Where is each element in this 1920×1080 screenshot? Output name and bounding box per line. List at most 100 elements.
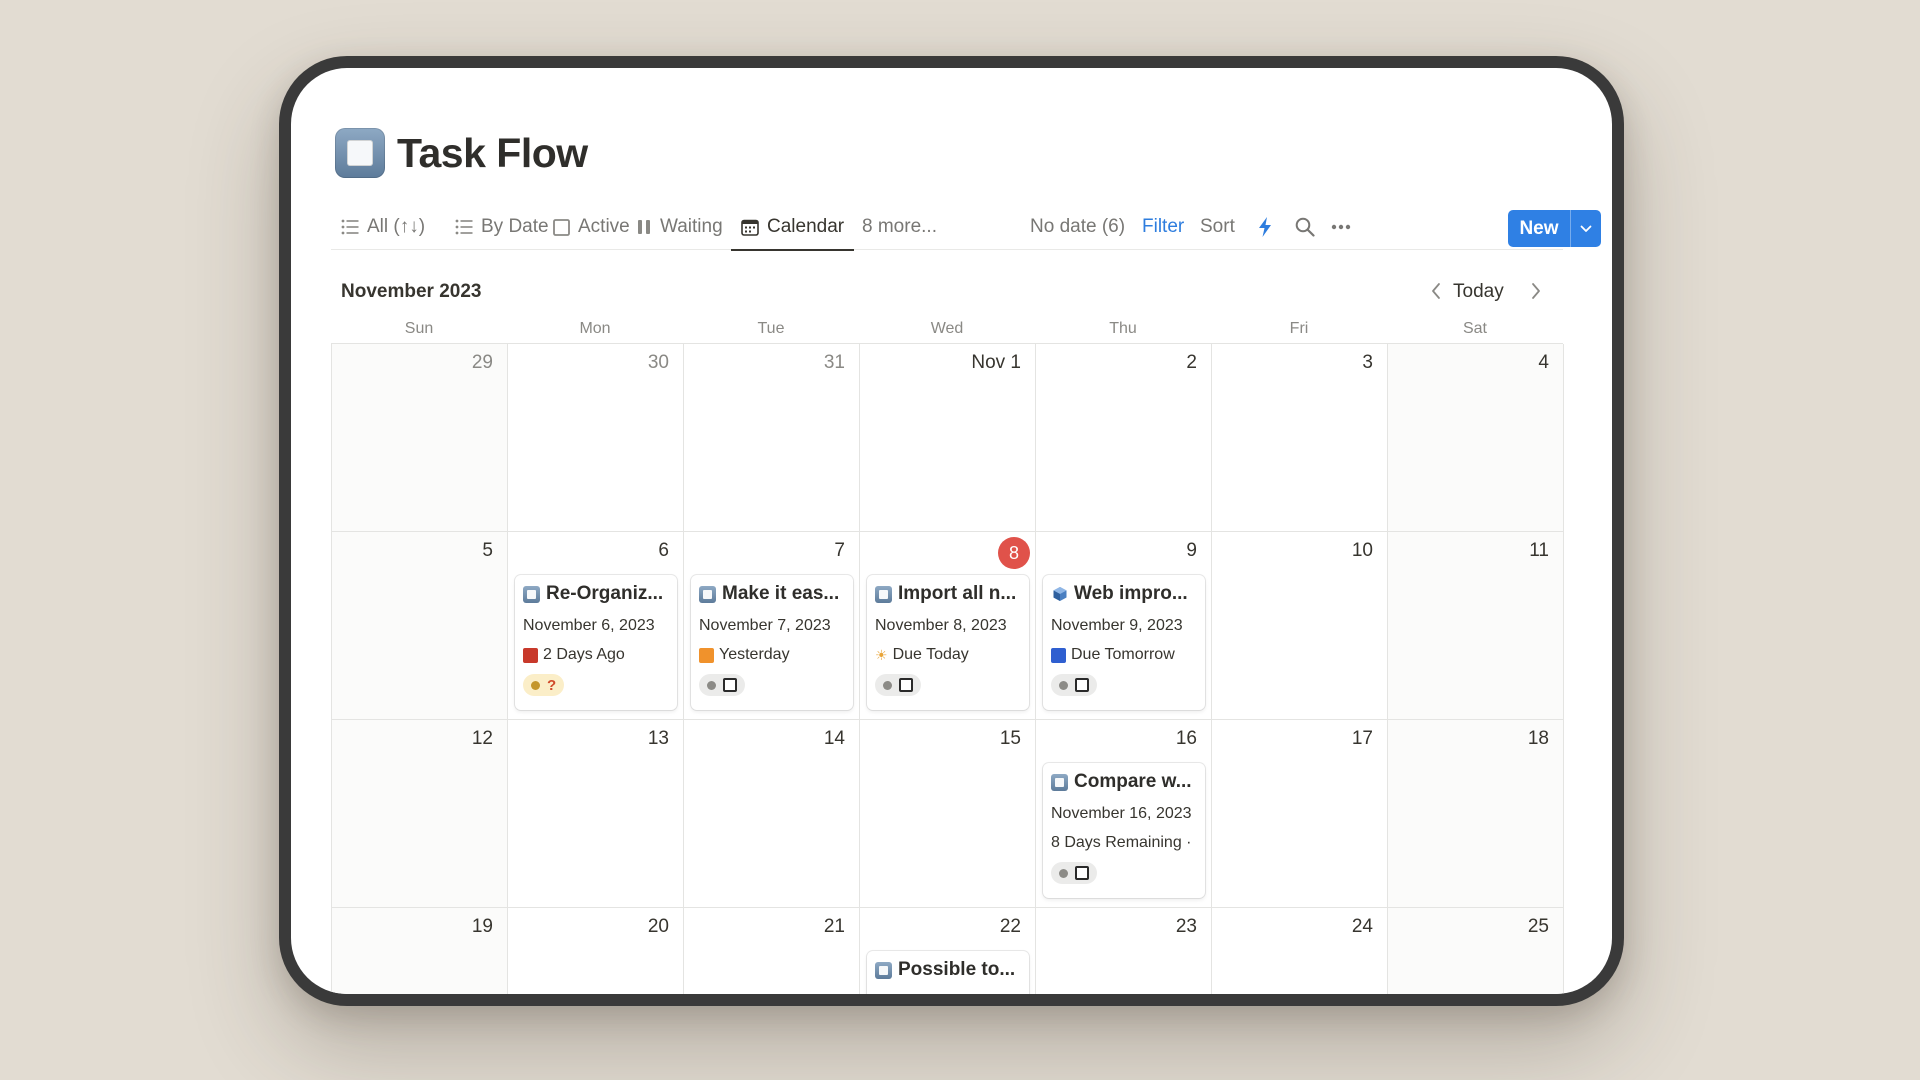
tab-by-date[interactable]: By Date [455, 204, 549, 250]
stop-button-icon [1051, 773, 1068, 791]
calendar-day[interactable]: 3 [1212, 344, 1388, 532]
calendar-header: November 2023 Today [331, 278, 1563, 308]
calendar-day[interactable]: 22 Possible to... [860, 908, 1036, 994]
question-mark-icon: ? [547, 676, 557, 694]
calendar-day[interactable]: 20 [508, 908, 684, 994]
day-number: 5 [482, 540, 493, 561]
weekday-label: Thu [1109, 320, 1137, 337]
task-card[interactable]: Re-Organiz... November 6, 2023 2 Days Ag… [515, 575, 677, 710]
calendar-day[interactable]: 12 [332, 720, 508, 908]
filter-button[interactable]: Filter [1142, 204, 1184, 250]
calendar-day[interactable]: 5 [332, 532, 508, 720]
day-number: 14 [823, 728, 845, 749]
calendar-icon [741, 219, 759, 236]
tab-label: 8 more... [862, 216, 937, 237]
pause-icon [636, 219, 652, 235]
calendar-day[interactable]: 13 [508, 720, 684, 908]
tab-calendar[interactable]: Calendar [730, 204, 855, 251]
day-number: 3 [1362, 352, 1373, 373]
task-status-text: 8 Days Remaining · [1051, 834, 1192, 851]
new-button[interactable]: New [1508, 210, 1601, 247]
month-label: November 2023 [341, 281, 482, 302]
weekday-label: Mon [579, 320, 611, 337]
calendar-day[interactable]: 15 [860, 720, 1036, 908]
day-number: 12 [471, 728, 493, 749]
task-date: November 16, 2023 [1051, 805, 1192, 822]
task-status: Yesterday [699, 646, 845, 664]
chevron-left-icon[interactable] [1431, 282, 1441, 305]
day-number: 16 [1175, 728, 1197, 749]
task-card[interactable]: Make it eas... November 7, 2023 Yesterda… [691, 575, 853, 710]
calendar-day[interactable]: 16 Compare w... November 16, 2023 8 Days… [1036, 720, 1212, 908]
calendar-day[interactable]: 29 [332, 344, 508, 532]
today-button[interactable]: Today [1453, 281, 1504, 303]
sort-button[interactable]: Sort [1200, 204, 1235, 250]
calendar-grid: 29 30 31 Nov 1 2 3 4 5 6 Re-Organiz... N… [331, 343, 1564, 994]
calendar-day[interactable]: 6 Re-Organiz... November 6, 2023 2 Days … [508, 532, 684, 720]
stop-button-icon [1075, 866, 1089, 880]
orange-square-icon [699, 647, 714, 663]
day-number: 21 [823, 916, 845, 937]
calendar-day[interactable]: 17 [1212, 720, 1388, 908]
task-status: 8 Days Remaining · [1051, 834, 1197, 852]
tab-more-views[interactable]: 8 more... [862, 204, 937, 250]
tablet-frame: Task Flow All (↑↓) By Date Active Waitin… [279, 56, 1624, 1006]
list-icon [455, 219, 473, 235]
day-number: 7 [834, 540, 845, 561]
calendar-day[interactable]: 8 Import all n... November 8, 2023 ☀ Due… [860, 532, 1036, 720]
tab-all[interactable]: All (↑↓) [341, 204, 425, 250]
calendar-day[interactable]: 30 [508, 344, 684, 532]
calendar-day[interactable]: 10 [1212, 532, 1388, 720]
calendar-day[interactable]: 21 [684, 908, 860, 994]
calendar-day[interactable]: 18 [1388, 720, 1564, 908]
day-number: 13 [647, 728, 669, 749]
chevron-right-icon[interactable] [1531, 282, 1541, 305]
calendar-day[interactable]: 31 [684, 344, 860, 532]
stop-button-icon [875, 961, 892, 979]
calendar-day[interactable]: 2 [1036, 344, 1212, 532]
calendar-day[interactable]: 25 [1388, 908, 1564, 994]
calendar-day[interactable]: 14 [684, 720, 860, 908]
day-number: 4 [1538, 352, 1549, 373]
task-card[interactable]: Compare w... November 16, 2023 8 Days Re… [1043, 763, 1205, 898]
lightning-icon[interactable] [1258, 204, 1272, 250]
search-icon[interactable] [1295, 204, 1315, 250]
calendar-day[interactable]: 23 [1036, 908, 1212, 994]
task-card[interactable]: Import all n... November 8, 2023 ☀ Due T… [867, 575, 1029, 710]
task-card[interactable]: Possible to... [867, 951, 1029, 994]
chevron-down-icon[interactable] [1571, 225, 1601, 233]
task-title: Import all n... [875, 583, 1021, 605]
task-status: ☀ Due Today [875, 646, 1021, 664]
task-status-text: Due Today [892, 646, 969, 663]
day-number: 29 [471, 352, 493, 373]
task-status-text: Yesterday [719, 646, 790, 663]
calendar-day[interactable]: 7 Make it eas... November 7, 2023 Yester… [684, 532, 860, 720]
day-number: 18 [1527, 728, 1549, 749]
page-title[interactable]: Task Flow [397, 130, 588, 177]
calendar-day[interactable]: Nov 1 [860, 344, 1036, 532]
list-icon [341, 219, 359, 235]
day-number: 2 [1186, 352, 1197, 373]
stop-button-icon[interactable] [335, 128, 385, 178]
calendar-day[interactable]: 19 [332, 908, 508, 994]
calendar-day[interactable]: 4 [1388, 344, 1564, 532]
calendar-day[interactable]: 9 Web impro... November 9, 2023 Due Tomo… [1036, 532, 1212, 720]
status-dot-icon [707, 680, 716, 690]
more-icon[interactable] [1331, 204, 1351, 250]
no-date-button[interactable]: No date (6) [1030, 204, 1125, 250]
day-number: 23 [1175, 916, 1197, 937]
calendar-day[interactable]: 11 [1388, 532, 1564, 720]
task-title-text: Web impro... [1074, 583, 1188, 604]
page-header: Task Flow [335, 128, 588, 178]
weekday-label: Fri [1289, 320, 1309, 337]
task-title: Possible to... [875, 959, 1021, 981]
tab-waiting[interactable]: Waiting [636, 204, 723, 250]
task-card[interactable]: Web impro... November 9, 2023 Due Tomorr… [1043, 575, 1205, 710]
day-number: 24 [1351, 916, 1373, 937]
weekday-header: Sun Mon Tue Wed Thu Fri Sat [331, 320, 1563, 338]
red-square-icon [523, 647, 538, 663]
weekday-label: Wed [930, 320, 964, 337]
tab-active[interactable]: Active [553, 204, 630, 250]
app-screen: Task Flow All (↑↓) By Date Active Waitin… [291, 68, 1612, 994]
calendar-day[interactable]: 24 [1212, 908, 1388, 994]
